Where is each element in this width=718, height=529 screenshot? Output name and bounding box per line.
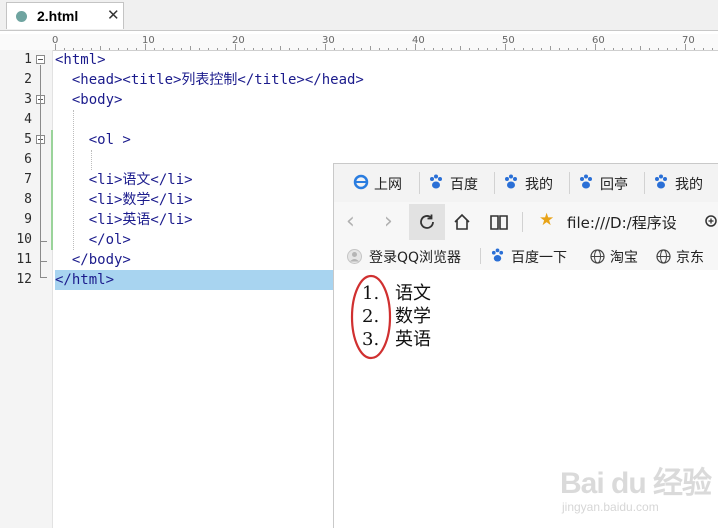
zoom-icon[interactable] [704,214,718,230]
baidu-search-link[interactable]: 百度一下 [511,247,567,267]
line-number: 9 [24,212,32,227]
list-item: 语文 [395,283,431,304]
file-tab[interactable]: 2.html ✕ [6,2,124,29]
code-line[interactable]: <ol > [55,130,131,150]
close-icon[interactable]: ✕ [107,6,120,24]
user-icon [347,249,362,264]
line-number: 2 [24,72,32,87]
fold-end-mark [40,241,47,242]
code-line[interactable]: <li>英语</li> [55,210,193,230]
column-ruler: 0 10 20 30 40 50 60 70 [0,34,718,51]
indent-guide [91,150,93,170]
separator [644,172,645,194]
line-number: 4 [24,112,32,127]
watermark-brand: Bai du 经验 [560,467,712,500]
browser-toolbar: ‹ › ★ file:///D:/程序设 [334,202,718,243]
watermark: Bai du 经验 jingyan.baidu.com [560,458,712,528]
qq-login-link[interactable]: 登录QQ浏览器 [369,247,461,267]
code-line[interactable]: </body> [55,250,131,270]
line-number: 5 [24,132,32,147]
paw-icon [579,174,593,194]
star-icon[interactable]: ★ [539,210,554,230]
line-number: 10 [16,232,32,247]
code-line[interactable]: <head><title>列表控制</title></head> [55,70,364,90]
favorites-bar: 登录QQ浏览器 百度一下 淘宝 京东 [334,242,718,271]
globe-icon [656,249,671,264]
file-tab-title: 2.html [37,8,79,24]
fold-toggle-icon[interactable] [36,55,45,64]
ruler-ticks: 0 10 20 30 40 50 60 70 [52,35,713,50]
ruler-label: 40 [412,35,425,46]
separator [419,172,420,194]
line-number: 7 [24,172,32,187]
separator [494,172,495,194]
separator [569,172,570,194]
change-marker [51,130,53,250]
bookmark-wode-2[interactable]: 我的 [675,174,703,194]
line-number-gutter: 1 2 3 4 5 6 7 8 9 10 11 12 [0,50,53,528]
ruler-label: 10 [142,35,155,46]
bookmark-wode-1[interactable]: 我的 [525,174,553,194]
address-bar[interactable]: file:///D:/程序设 [567,212,677,233]
ruler-label: 70 [682,35,695,46]
watermark-url: jingyan.baidu.com [562,500,659,514]
jd-link[interactable]: 京东 [676,247,704,267]
ruler-label: 60 [592,35,605,46]
separator [480,248,481,264]
fold-line [40,65,41,277]
ruler-label: 30 [322,35,335,46]
list-item: 数学 [395,306,431,327]
taobao-link[interactable]: 淘宝 [610,247,638,267]
paw-icon [504,174,518,194]
code-line[interactable]: <body> [55,90,123,110]
fold-end-mark [40,261,47,262]
home-icon[interactable] [452,212,472,232]
line-number: 6 [24,152,32,167]
separator [522,212,523,232]
ruler-label: 0 [52,35,58,46]
code-line[interactable]: </html> [55,270,114,290]
code-line[interactable]: <li>语文</li> [55,170,193,190]
paw-icon [429,174,443,194]
bookmark-huiting[interactable]: 回亭 [600,174,628,194]
line-number: 11 [16,252,32,267]
ie-icon [353,174,369,194]
code-line[interactable]: <html> [55,50,106,70]
globe-icon [590,249,605,264]
back-icon[interactable]: ‹ [346,209,355,234]
list-item: 英语 [395,329,431,350]
reading-mode-icon[interactable] [489,212,509,232]
line-number: 3 [24,92,32,107]
bookmark-baidu[interactable]: 百度 [450,174,478,194]
line-number: 1 [24,52,32,67]
paw-icon [654,174,668,194]
paw-icon [491,248,504,267]
browser-bookmark-tabs: 上网 百度 我的 回亭 我的 [334,164,718,203]
refresh-button[interactable] [409,204,445,240]
fold-end-mark [40,277,47,278]
editor-tab-strip: 2.html ✕ [0,0,718,31]
bookmark-shangwang[interactable]: 上网 [374,174,402,194]
ruler-label: 20 [232,35,245,46]
forward-icon[interactable]: › [384,209,393,234]
code-line[interactable]: </ol> [55,230,131,250]
file-status-icon [16,11,27,22]
line-number: 8 [24,192,32,207]
code-line[interactable]: <li>数学</li> [55,190,193,210]
refresh-icon [420,214,434,229]
annotation-circle [350,274,392,360]
line-number: 12 [16,272,32,287]
ruler-label: 50 [502,35,515,46]
